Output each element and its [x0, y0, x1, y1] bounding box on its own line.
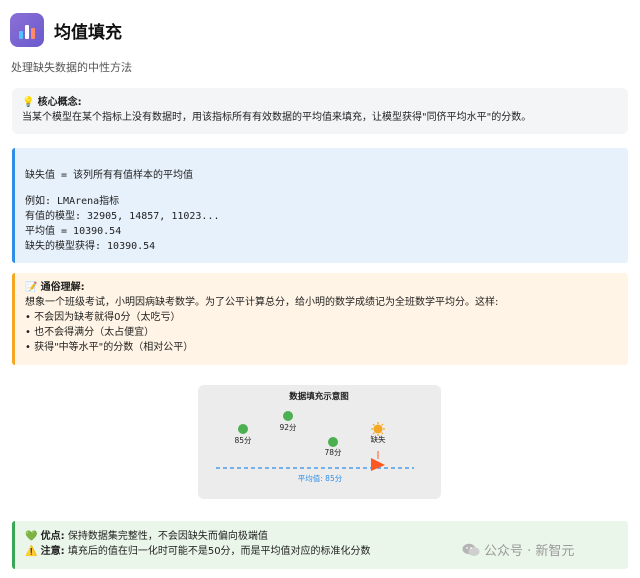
- green-heart-icon: 💚: [25, 531, 38, 542]
- point-label-78: 78分: [324, 448, 342, 457]
- diagram-title: 数据填充示意图: [289, 391, 349, 402]
- warning-icon: ⚠️: [25, 546, 38, 557]
- header: 均值填充: [10, 12, 122, 48]
- wechat-icon: [462, 543, 480, 556]
- fill-arrow-icon: [371, 451, 385, 471]
- plain-bullet: • 不会因为缺考就得0分（太吃亏）: [25, 312, 181, 323]
- formula-line: 缺失值 = 该列所有有值样本的平均值: [25, 170, 194, 181]
- point-label-85: 85分: [234, 436, 252, 445]
- lightbulb-icon: 💡: [22, 97, 35, 108]
- warn-label: 注意:: [40, 546, 65, 557]
- data-point-78: [328, 437, 338, 447]
- data-point-92: [283, 411, 293, 421]
- plain-explanation-box: 📝 通俗理解: 想象一个班级考试，小明因病缺考数学。为了公平计算总分，给小明的数…: [12, 273, 628, 365]
- missing-point-icon: [371, 422, 385, 436]
- fill-diagram: 数据填充示意图 85分 92分 78分 缺失 平均值: 85分: [198, 385, 441, 499]
- page-subtitle: 处理缺失数据的中性方法: [11, 61, 132, 74]
- plain-bullet: • 获得"中等水平"的分数（相对公平）: [25, 342, 194, 353]
- watermark-text: 公众号 · 新智元: [484, 544, 575, 559]
- formula-box: 缺失值 = 该列所有有值样本的平均值 例如: LMArena指标 有值的模型: …: [12, 148, 628, 263]
- memo-icon: 📝: [25, 282, 38, 293]
- missing-model-line: 缺失的模型获得: 10390.54: [25, 241, 156, 252]
- example-line: 例如: LMArena指标: [25, 196, 120, 207]
- pro-label: 优点:: [40, 531, 65, 542]
- average-label: 平均值: 85分: [298, 473, 343, 483]
- plain-label: 通俗理解:: [40, 282, 85, 293]
- core-concept-label: 核心概念:: [37, 97, 82, 108]
- fill-diagram-svg: 数据填充示意图 85分 92分 78分 缺失 平均值: 85分: [216, 391, 414, 483]
- plain-intro: 想象一个班级考试，小明因病缺考数学。为了公平计算总分，给小明的数学成绩记为全班数…: [25, 297, 499, 308]
- warn-text: 填充后的值在归一化时可能不是50分，而是平均值对应的标准化分数: [67, 546, 371, 557]
- valued-models-line: 有值的模型: 32905, 14857, 11023...: [25, 211, 220, 222]
- point-label-92: 92分: [279, 423, 297, 432]
- average-line: 平均值 = 10390.54: [25, 226, 122, 237]
- core-concept-box: 💡 核心概念: 当某个模型在某个指标上没有数据时，用该指标所有有效数据的平均值来…: [12, 88, 628, 134]
- plain-bullet: • 也不会得满分（太占便宜）: [25, 327, 155, 338]
- watermark: 公众号 · 新智元: [462, 540, 574, 559]
- bar-chart-icon: [10, 13, 44, 47]
- page-title: 均值填充: [54, 22, 122, 43]
- pro-text: 保持数据集完整性，不会因缺失而偏向极端值: [67, 531, 268, 542]
- data-point-85: [238, 424, 248, 434]
- core-concept-text: 当某个模型在某个指标上没有数据时，用该指标所有有效数据的平均值来填充，让模型获得…: [22, 112, 532, 123]
- point-label-missing: 缺失: [371, 434, 386, 444]
